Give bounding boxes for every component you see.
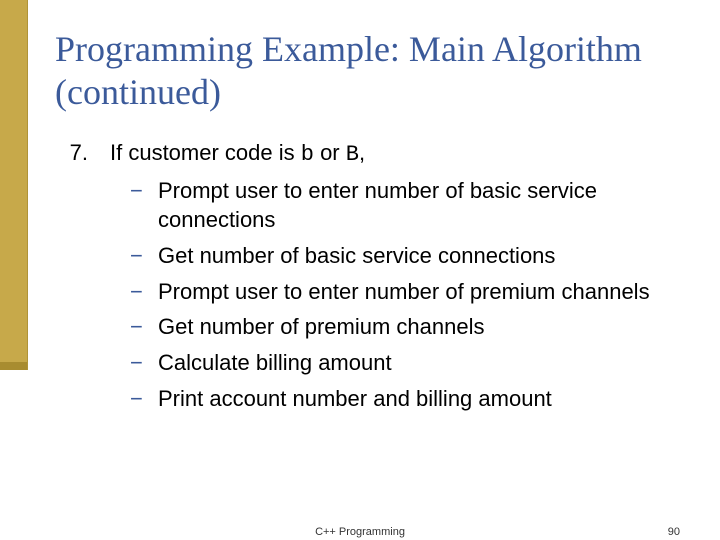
page-number: 90 — [668, 526, 680, 538]
sub-item-text: Calculate billing amount — [158, 348, 392, 378]
sub-item: − Get number of basic service connection… — [130, 241, 672, 271]
dash-icon: − — [130, 241, 144, 271]
accent-bar — [0, 0, 28, 370]
sub-item: − Get number of premium channels — [130, 312, 672, 342]
footer-text: C++ Programming — [315, 526, 405, 538]
sub-item-text: Print account number and billing amount — [158, 384, 552, 414]
dash-icon: − — [130, 277, 144, 307]
sub-item: − Prompt user to enter number of basic s… — [130, 176, 672, 235]
sub-item: − Prompt user to enter number of premium… — [130, 277, 672, 307]
list-item-text: If customer code is b or B, — [110, 138, 365, 170]
slide-body: 7. If customer code is b or B, − Prompt … — [62, 138, 672, 420]
sub-item-text: Get number of premium channels — [158, 312, 485, 342]
sublist: − Prompt user to enter number of basic s… — [130, 176, 672, 414]
dash-icon: − — [130, 312, 144, 342]
sub-item-text: Get number of basic service connections — [158, 241, 555, 271]
dash-icon: − — [130, 176, 144, 235]
slide-title: Programming Example: Main Algorithm (con… — [55, 28, 675, 114]
dash-icon: − — [130, 348, 144, 378]
sub-item: − Print account number and billing amoun… — [130, 384, 672, 414]
sub-item: − Calculate billing amount — [130, 348, 672, 378]
list-item-7: 7. If customer code is b or B, — [62, 138, 672, 170]
sub-item-text: Prompt user to enter number of premium c… — [158, 277, 650, 307]
dash-icon: − — [130, 384, 144, 414]
sub-item-text: Prompt user to enter number of basic ser… — [158, 176, 672, 235]
list-number: 7. — [62, 138, 88, 170]
